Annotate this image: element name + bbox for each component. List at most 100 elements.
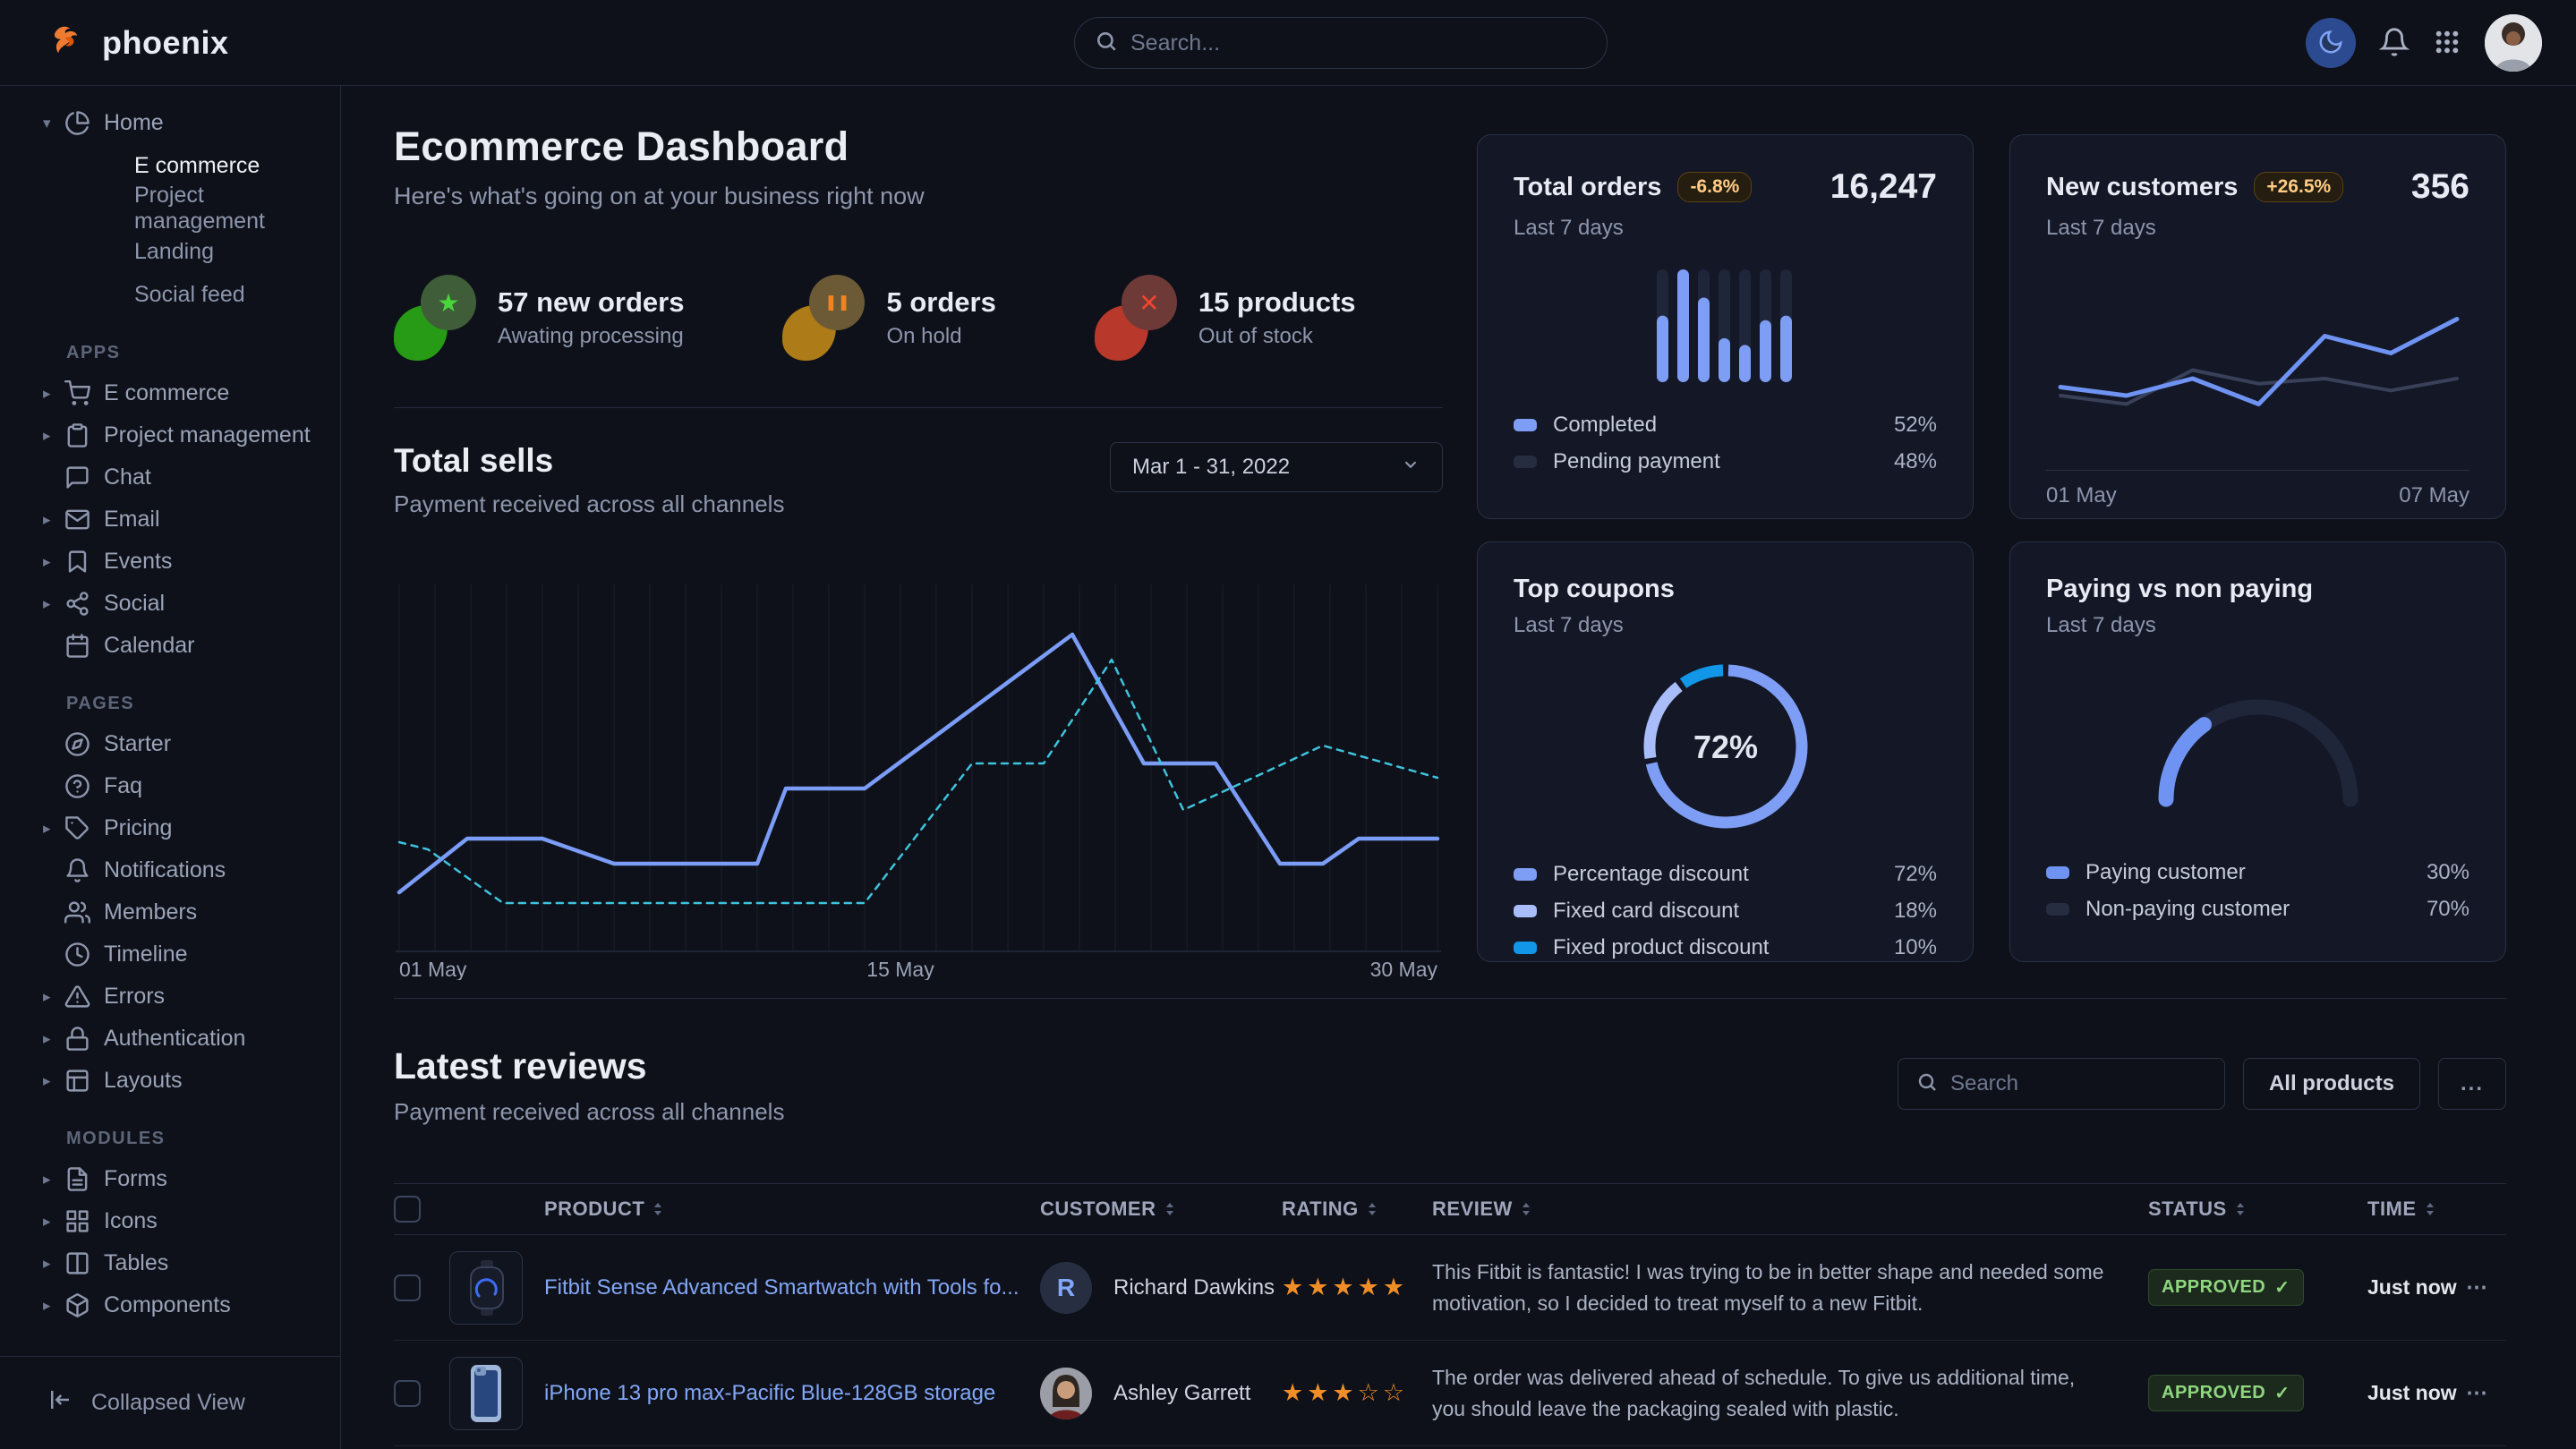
message-square-icon xyxy=(64,465,104,490)
all-products-button[interactable]: All products xyxy=(2243,1058,2420,1110)
customer-avatar[interactable] xyxy=(1040,1368,1092,1419)
page-title: Ecommerce Dashboard xyxy=(394,124,1443,170)
paying-card: Paying vs non paying Last 7 days Paying … xyxy=(2009,541,2506,962)
column-header-rating[interactable]: RATING xyxy=(1282,1198,1432,1221)
navbar-search-input[interactable] xyxy=(1130,30,1587,56)
sidebar-item-label: Home xyxy=(104,110,164,136)
sidebar-subitem-landing[interactable]: Landing xyxy=(0,230,340,273)
collapsed-view-toggle[interactable]: Collapsed View xyxy=(47,1386,245,1419)
sidebar-item-authentication[interactable]: ▸Authentication xyxy=(0,1018,340,1060)
sidebar-item-notifications[interactable]: Notifications xyxy=(0,849,340,891)
latest-reviews-section: Latest reviews Payment received across a… xyxy=(394,1045,2506,1449)
brand[interactable]: phoenix xyxy=(50,21,229,64)
sidebar-item-tables[interactable]: ▸Tables xyxy=(0,1242,340,1284)
apps-grid-button[interactable] xyxy=(2433,28,2461,59)
check-icon: ✓ xyxy=(2274,1276,2290,1299)
customer-avatar[interactable]: R xyxy=(1040,1262,1092,1314)
rating-stars: ★★★★★ xyxy=(1282,1274,1432,1301)
column-header-product[interactable]: PRODUCT xyxy=(449,1198,1040,1221)
sidebar-item-timeline[interactable]: Timeline xyxy=(0,933,340,976)
legend-label: Non-paying customer xyxy=(2086,897,2290,922)
sidebar-item-label: Layouts xyxy=(104,1068,183,1094)
chevron-right-icon: ▸ xyxy=(43,988,64,1006)
notifications-button[interactable] xyxy=(2379,27,2410,60)
sidebar-item-chat[interactable]: Chat xyxy=(0,456,340,499)
sidebar-item-layouts[interactable]: ▸Layouts xyxy=(0,1060,340,1102)
theme-toggle-button[interactable] xyxy=(2306,18,2356,68)
sidebar-item-label: Errors xyxy=(104,984,165,1010)
customer-cell: Ashley Garrett xyxy=(1040,1368,1282,1419)
legend-value: 30% xyxy=(2427,860,2469,885)
phoenix-logo-icon xyxy=(50,21,88,64)
column-header-time[interactable]: TIME xyxy=(2367,1198,2466,1221)
sidebar-item-members[interactable]: Members xyxy=(0,891,340,933)
table-row: iPhone 13 pro max-Pacific Blue-128GB sto… xyxy=(394,1341,2506,1446)
customer-name: Ashley Garrett xyxy=(1113,1381,1250,1406)
sidebar-subitem-label: Landing xyxy=(134,239,214,265)
search-icon xyxy=(1916,1071,1938,1097)
card-period: Last 7 days xyxy=(2046,613,2469,638)
row-checkbox[interactable] xyxy=(394,1274,421,1301)
legend-label: Completed xyxy=(1553,413,1657,438)
sidebar-item-social[interactable]: ▸Social xyxy=(0,583,340,625)
product-link[interactable]: iPhone 13 pro max-Pacific Blue-128GB sto… xyxy=(544,1381,995,1406)
sidebar-item-label: Authentication xyxy=(104,1026,245,1052)
date-range-select[interactable]: Mar 1 - 31, 2022 xyxy=(1110,442,1443,492)
more-options-button[interactable]: ... xyxy=(2438,1058,2506,1110)
column-header-review[interactable]: REVIEW xyxy=(1432,1198,2148,1221)
sidebar-subitem-e-commerce[interactable]: E commerce xyxy=(0,144,340,187)
chevron-down-icon: ▾ xyxy=(43,115,64,132)
legend-item-pending-payment: Pending payment48% xyxy=(1514,449,1937,474)
chevron-down-icon xyxy=(1401,455,1420,481)
row-menu-button[interactable]: ⋯ xyxy=(2466,1380,2506,1406)
stats-row: ★57 new ordersAwating processing❚❚5 orde… xyxy=(394,275,1443,361)
column-header-customer[interactable]: CUSTOMER xyxy=(1040,1198,1282,1221)
chevron-right-icon: ▸ xyxy=(43,1255,64,1273)
layout-icon xyxy=(64,1068,104,1094)
sidebar-item-errors[interactable]: ▸ Errors xyxy=(0,976,340,1018)
check-icon: ✓ xyxy=(2274,1382,2290,1404)
review-text: This Fitbit is fantastic! I was trying t… xyxy=(1432,1257,2148,1319)
sidebar-item-pricing[interactable]: ▸Pricing xyxy=(0,807,340,849)
column-header-status[interactable]: STATUS xyxy=(2148,1198,2367,1221)
sidebar-item-components[interactable]: ▸Components xyxy=(0,1284,340,1326)
stat-5-orders: ❚❚5 ordersOn hold xyxy=(782,275,995,361)
chevron-right-icon: ▸ xyxy=(43,1297,64,1315)
sidebar-subitem-label: Social feed xyxy=(134,282,245,308)
sidebar-item-forms[interactable]: ▸Forms xyxy=(0,1158,340,1200)
sidebar-item-label: Social xyxy=(104,591,165,617)
grid-icon xyxy=(64,1208,104,1234)
time-cell: Just now xyxy=(2367,1275,2466,1300)
grid-dots-icon xyxy=(2433,28,2461,59)
sidebar-item-events[interactable]: ▸Events xyxy=(0,541,340,583)
sidebar-item-home[interactable]: ▾ Home xyxy=(0,102,340,144)
status-cell: APPROVED ✓ xyxy=(2148,1375,2367,1411)
row-menu-button[interactable]: ⋯ xyxy=(2466,1274,2506,1300)
row-checkbox[interactable] xyxy=(394,1380,421,1407)
stat-15-products: ✕15 productsOut of stock xyxy=(1095,275,1356,361)
reviews-search-input[interactable] xyxy=(1950,1071,2206,1096)
stat-icon-star: ★ xyxy=(394,275,476,361)
status-badge: APPROVED ✓ xyxy=(2148,1375,2304,1411)
product-link[interactable]: Fitbit Sense Advanced Smartwatch with To… xyxy=(544,1275,1019,1300)
sidebar-item-label: Email xyxy=(104,507,160,533)
sidebar-item-email[interactable]: ▸Email xyxy=(0,499,340,541)
svg-text:15 May: 15 May xyxy=(866,958,934,980)
sidebar-item-e-commerce[interactable]: ▸E commerce xyxy=(0,372,340,414)
sidebar-item-project-management[interactable]: ▸Project management xyxy=(0,414,340,456)
sidebar-subitem-project-management[interactable]: Project management xyxy=(0,187,340,230)
svg-text:72%: 72% xyxy=(1693,729,1757,765)
product-thumbnail xyxy=(449,1251,523,1325)
stat-sublabel: Out of stock xyxy=(1198,324,1356,349)
select-all-checkbox[interactable] xyxy=(394,1196,421,1223)
card-value: 356 xyxy=(2411,167,2469,207)
user-avatar[interactable] xyxy=(2485,14,2542,72)
sidebar-item-starter[interactable]: Starter xyxy=(0,723,340,765)
sidebar-subitem-social-feed[interactable]: Social feed xyxy=(0,273,340,316)
legend-value: 52% xyxy=(1894,413,1937,438)
sidebar-item-calendar[interactable]: Calendar xyxy=(0,625,340,667)
legend-item-percentage-discount: Percentage discount72% xyxy=(1514,862,1937,887)
sidebar-item-icons[interactable]: ▸Icons xyxy=(0,1200,340,1242)
customer-cell: RRichard Dawkins xyxy=(1040,1262,1282,1314)
sidebar-item-faq[interactable]: Faq xyxy=(0,765,340,807)
